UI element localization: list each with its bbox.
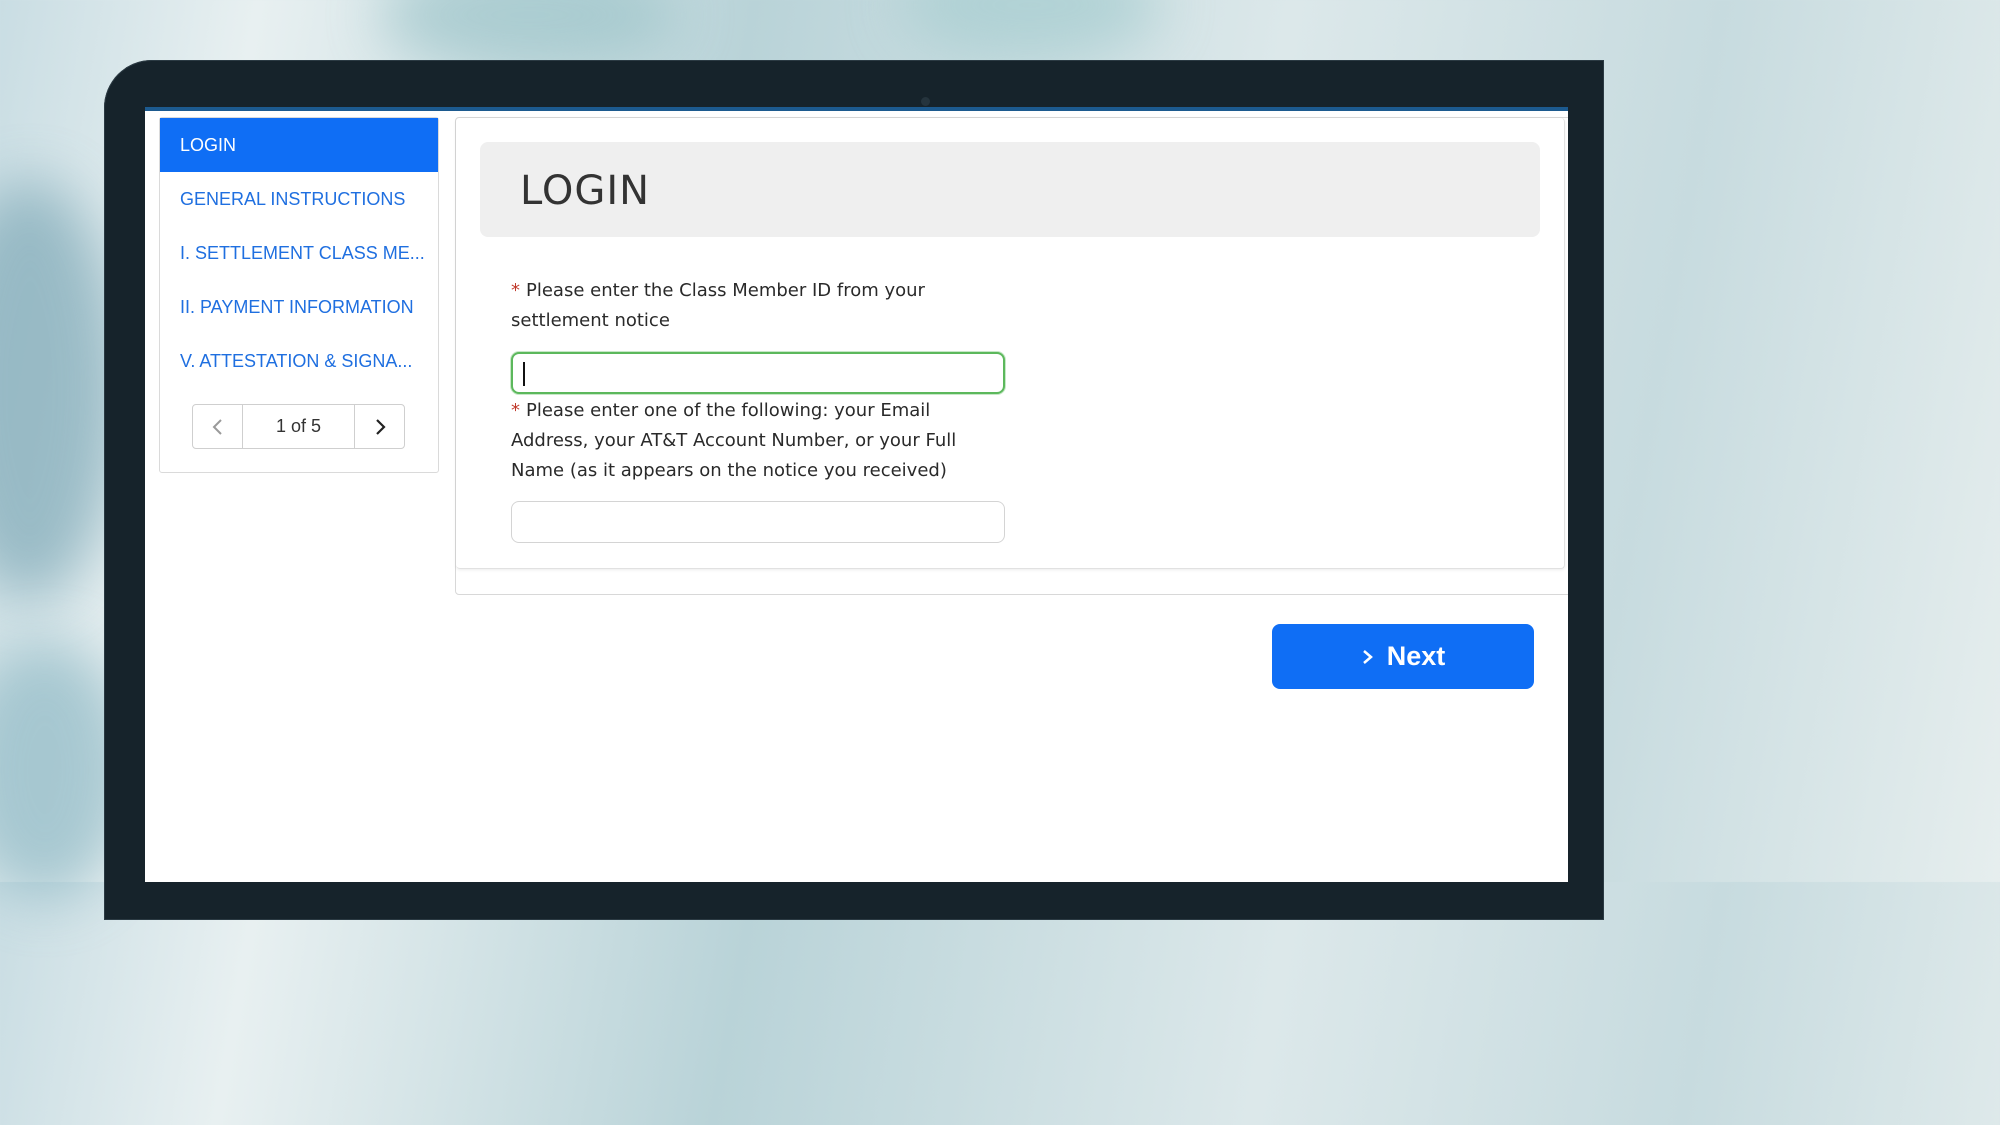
next-page-button[interactable] bbox=[354, 405, 404, 448]
sidebar-item-settlement-class-member[interactable]: I. SETTLEMENT CLASS ME... bbox=[160, 226, 438, 280]
required-asterisk: * bbox=[511, 400, 520, 421]
form-panel: LOGIN * Please enter the Class Member ID … bbox=[455, 117, 1568, 595]
identity-label-text: Please enter one of the following: your … bbox=[511, 400, 957, 481]
background-blur bbox=[900, 0, 1160, 60]
previous-page-button[interactable] bbox=[193, 405, 243, 448]
next-button-label: Next bbox=[1386, 641, 1446, 671]
page-title: LOGIN bbox=[520, 168, 651, 214]
sidebar-item-general-instructions[interactable]: GENERAL INSTRUCTIONS bbox=[160, 172, 438, 226]
next-button[interactable]: Next bbox=[1272, 624, 1534, 689]
identity-label: * Please enter one of the following: your… bbox=[511, 396, 991, 486]
page-indicator: 1 of 5 bbox=[275, 416, 322, 436]
laptop-screen: LOGIN GENERAL INSTRUCTIONS I. SETTLEMENT… bbox=[145, 107, 1568, 882]
text-cursor bbox=[523, 362, 525, 386]
page-title-box: LOGIN bbox=[480, 142, 1540, 237]
screen-top-bar bbox=[145, 107, 1568, 111]
chevron-right-icon bbox=[1362, 649, 1373, 664]
class-member-id-label: * Please enter the Class Member ID from y… bbox=[511, 276, 991, 336]
sidebar-nav: LOGIN GENERAL INSTRUCTIONS I. SETTLEMENT… bbox=[159, 117, 439, 473]
chevron-right-icon bbox=[375, 418, 386, 435]
required-asterisk: * bbox=[511, 280, 520, 301]
chevron-left-icon bbox=[212, 418, 222, 435]
class-member-id-input[interactable] bbox=[511, 352, 1005, 394]
form-card: LOGIN * Please enter the Class Member ID … bbox=[456, 118, 1565, 569]
sidebar-item-login[interactable]: LOGIN bbox=[160, 118, 438, 172]
sidebar-item-attestation-signature[interactable]: V. ATTESTATION & SIGNA... bbox=[160, 334, 438, 388]
webcam bbox=[921, 97, 930, 106]
background-blur bbox=[0, 180, 120, 600]
class-member-id-label-text: Please enter the Class Member ID from yo… bbox=[511, 280, 925, 331]
sidebar-pager: 1 of 5 bbox=[192, 404, 405, 449]
identity-input[interactable] bbox=[511, 501, 1005, 543]
sidebar-item-payment-information[interactable]: II. PAYMENT INFORMATION bbox=[160, 280, 438, 334]
